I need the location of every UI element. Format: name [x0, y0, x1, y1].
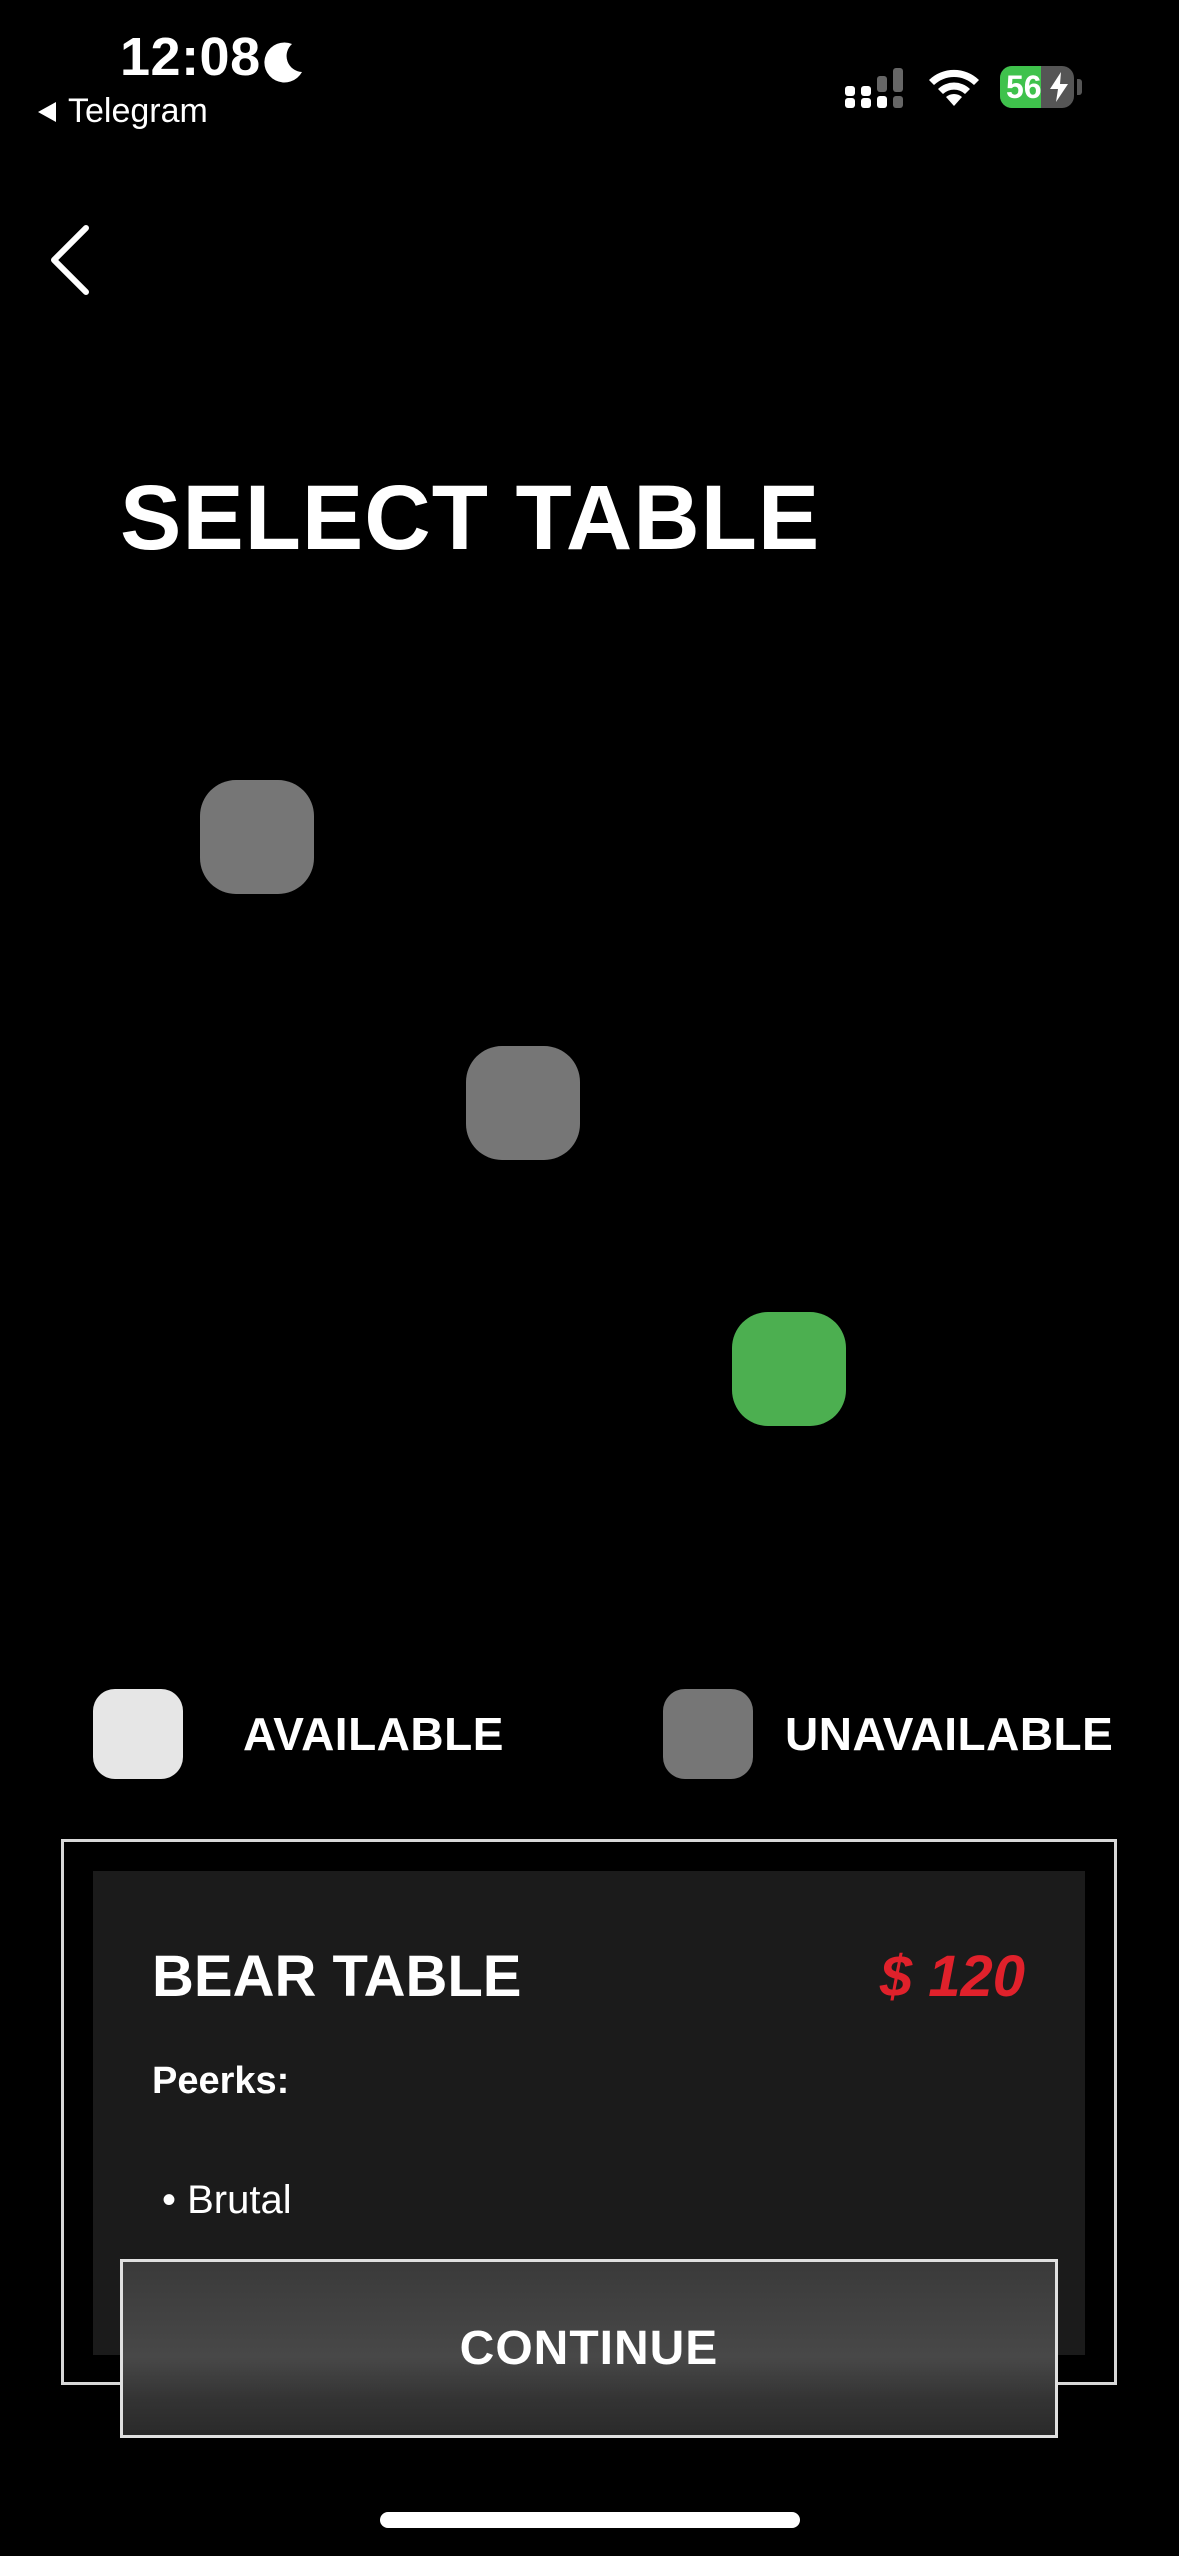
- cellular-signal-icon: [845, 68, 903, 108]
- home-indicator[interactable]: [380, 2512, 800, 2528]
- chevron-left-icon: [51, 225, 89, 295]
- battery-indicator: 56: [1000, 66, 1082, 108]
- charging-bolt-icon: [1050, 72, 1068, 102]
- table-name: BEAR TABLE: [152, 1944, 522, 2009]
- page-title: SELECT TABLE: [120, 467, 821, 569]
- battery-level: 56: [1006, 69, 1042, 105]
- status-time: 12:08: [120, 27, 261, 87]
- legend-available-swatch: [93, 1689, 183, 1779]
- perks-label: Peerks:: [152, 2060, 290, 2102]
- perk-item: • Brutal: [162, 2178, 292, 2222]
- battery-tip: [1077, 79, 1082, 95]
- back-to-telegram-link[interactable]: Telegram: [36, 92, 208, 131]
- legend-unavailable-label: UNAVAILABLE: [785, 1708, 1114, 1760]
- legend-available-label: AVAILABLE: [243, 1708, 504, 1760]
- continue-button[interactable]: CONTINUE: [120, 2259, 1058, 2438]
- table-seat-3-selected[interactable]: [732, 1312, 846, 1426]
- legend-unavailable-swatch: [663, 1689, 753, 1779]
- table-seat-2[interactable]: [466, 1046, 580, 1160]
- wifi-icon: [929, 69, 979, 106]
- moon-icon: [264, 42, 302, 83]
- table-seat-1[interactable]: [200, 780, 314, 894]
- table-price: $ 120: [879, 1944, 1025, 2009]
- back-arrow-icon: [38, 101, 56, 122]
- back-app-label: Telegram: [68, 92, 208, 130]
- back-button[interactable]: [40, 220, 100, 300]
